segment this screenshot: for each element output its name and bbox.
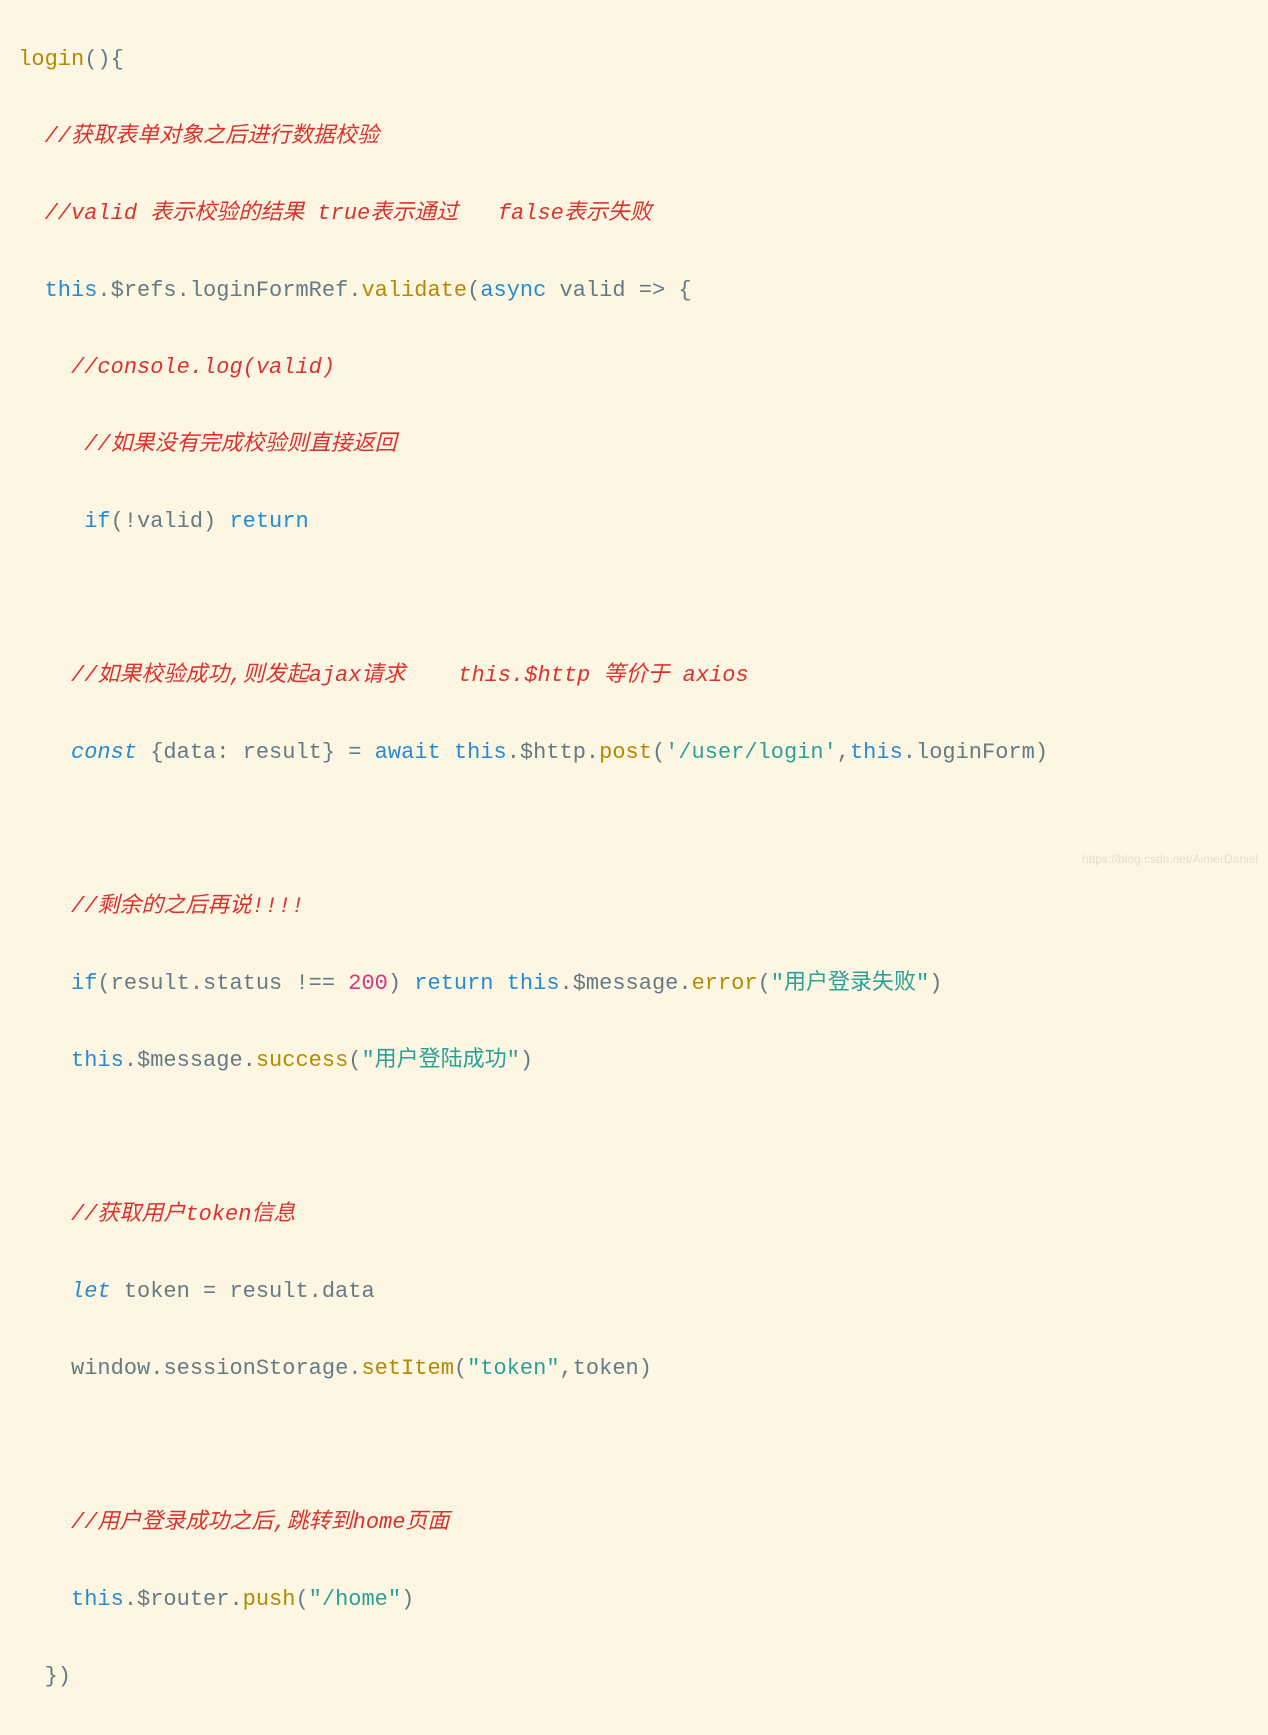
paren: (){ — [84, 47, 124, 72]
if-keyword: if — [84, 509, 110, 534]
comment: //console.log(valid) — [71, 355, 335, 380]
comment: //获取用户token信息 — [71, 1202, 295, 1227]
string-literal: "/home" — [309, 1587, 401, 1612]
push-method: push — [243, 1587, 296, 1612]
comment: //如果没有完成校验则直接返回 — [84, 432, 396, 457]
validate-method: validate — [361, 278, 467, 303]
comment: //获取表单对象之后进行数据校验 — [45, 124, 379, 149]
return-keyword: return — [229, 509, 308, 534]
function-name: login — [18, 47, 84, 72]
watermark: https://blog.csdn.net/AimerDaniel — [1082, 849, 1258, 870]
code-line-14: this.$message.success("用户登陆成功") — [5, 1042, 1268, 1081]
code-line-6: //如果没有完成校验则直接返回 — [5, 426, 1268, 465]
comment: //如果校验成功,则发起ajax请求 this.$http 等价于 axios — [71, 663, 749, 688]
code-line-1: login(){ — [5, 41, 1268, 80]
code-line-10: const {data: result} = await this.$http.… — [5, 734, 1268, 773]
const-keyword: const — [71, 740, 137, 765]
this-keyword: this — [507, 971, 560, 996]
code-line-5: //console.log(valid) — [5, 349, 1268, 388]
string-literal: "用户登录失败" — [771, 971, 929, 996]
if-keyword: if — [71, 971, 97, 996]
code-line-13: if(result.status !== 200) return this.$m… — [5, 965, 1268, 1004]
post-method: post — [599, 740, 652, 765]
code-line-12: //剩余的之后再说!!!! — [5, 888, 1268, 927]
code-line-3: //valid 表示校验的结果 true表示通过 false表示失败 — [5, 195, 1268, 234]
this-keyword: this — [45, 278, 98, 303]
code-line-22: }) — [5, 1658, 1268, 1697]
this-keyword: this — [454, 740, 507, 765]
code-line-4: this.$refs.loginFormRef.validate(async v… — [5, 272, 1268, 311]
success-method: success — [256, 1048, 348, 1073]
number-literal: 200 — [348, 971, 388, 996]
code-line-15 — [5, 1119, 1268, 1158]
code-line-17: let token = result.data — [5, 1273, 1268, 1312]
code-editor[interactable]: login(){ //获取表单对象之后进行数据校验 //valid 表示校验的结… — [0, 0, 1268, 1735]
string-literal: '/user/login' — [665, 740, 837, 765]
string-literal: "token" — [467, 1356, 559, 1381]
code-line-21: this.$router.push("/home") — [5, 1581, 1268, 1620]
comment: //剩余的之后再说!!!! — [71, 894, 304, 919]
comment: //用户登录成功之后,跳转到home页面 — [71, 1510, 449, 1535]
this-keyword: this — [71, 1048, 124, 1073]
code-line-11 — [5, 811, 1268, 850]
this-keyword: this — [71, 1587, 124, 1612]
code-line-9: //如果校验成功,则发起ajax请求 this.$http 等价于 axios — [5, 657, 1268, 696]
code-line-19 — [5, 1427, 1268, 1466]
setItem-method: setItem — [361, 1356, 453, 1381]
code-line-8 — [5, 580, 1268, 619]
code-line-2: //获取表单对象之后进行数据校验 — [5, 118, 1268, 157]
return-keyword: return — [414, 971, 493, 996]
await-keyword: await — [375, 740, 441, 765]
comment: //valid 表示校验的结果 true表示通过 false表示失败 — [45, 201, 652, 226]
code-line-16: //获取用户token信息 — [5, 1196, 1268, 1235]
error-method: error — [692, 971, 758, 996]
async-keyword: async — [480, 278, 546, 303]
string-literal: "用户登陆成功" — [361, 1048, 519, 1073]
let-keyword: let — [71, 1279, 111, 1304]
this-keyword: this — [850, 740, 903, 765]
code-line-18: window.sessionStorage.setItem("token",to… — [5, 1350, 1268, 1389]
code-line-7: if(!valid) return — [5, 503, 1268, 542]
code-line-20: //用户登录成功之后,跳转到home页面 — [5, 1504, 1268, 1543]
